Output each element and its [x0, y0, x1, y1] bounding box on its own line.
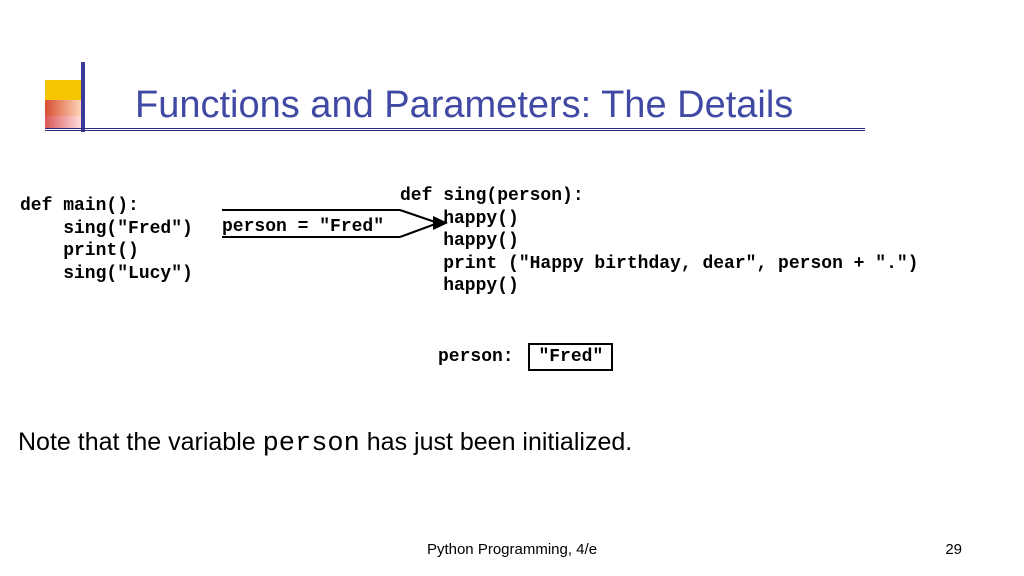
code-line: happy(): [400, 276, 519, 296]
code-line: def sing(person):: [400, 186, 584, 206]
arrow-icon: [220, 205, 450, 245]
note-code: person: [263, 429, 360, 459]
slide-title: Functions and Parameters: The Details: [135, 84, 793, 127]
code-line: print ("Happy birthday, dear", person + …: [400, 254, 918, 274]
note-text: Note that the variable: [18, 428, 263, 456]
note-text: has just been initialized.: [360, 428, 632, 456]
variable-value-box: "Fred": [528, 343, 613, 371]
sing-function-code: def sing(person): happy() happy() print …: [400, 185, 918, 298]
slide-decoration: [45, 80, 105, 132]
code-line: print(): [20, 241, 139, 261]
footer-text: Python Programming, 4/e: [0, 541, 1024, 558]
decoration-red-box: [45, 100, 81, 128]
decoration-vertical-line: [81, 62, 85, 132]
code-line: sing("Lucy"): [20, 264, 193, 284]
code-line: sing("Fred"): [20, 219, 193, 239]
variable-name: person:: [438, 347, 514, 367]
page-number: 29: [945, 541, 962, 558]
code-line: def main():: [20, 196, 139, 216]
variable-state: person: "Fred": [438, 343, 613, 371]
slide-note: Note that the variable person has just b…: [18, 428, 632, 459]
main-function-code: def main(): sing("Fred") print() sing("L…: [20, 195, 193, 285]
decoration-horizontal-rule: [45, 128, 865, 131]
